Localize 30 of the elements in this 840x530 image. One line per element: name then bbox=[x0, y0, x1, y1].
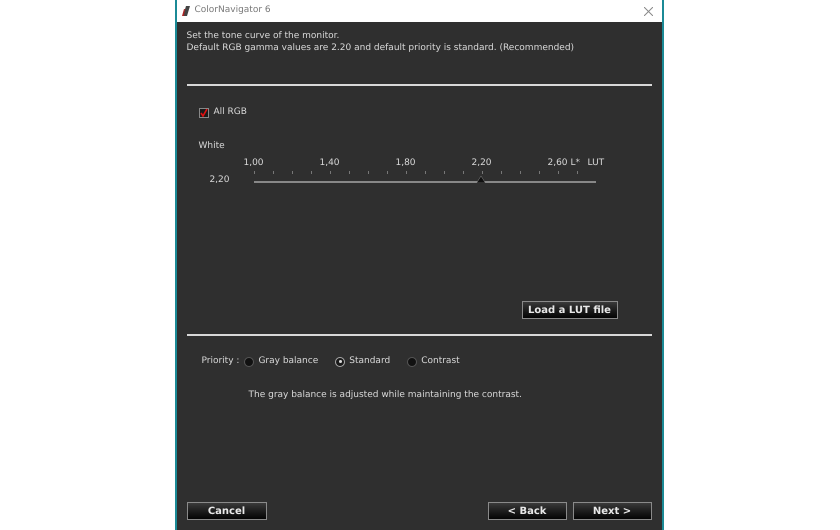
radio-label: Standard bbox=[349, 355, 390, 368]
back-button[interactable]: < Back bbox=[488, 502, 566, 520]
tick-label: 1,80 bbox=[395, 157, 416, 170]
radio-button[interactable] bbox=[407, 356, 418, 367]
load-lut-button[interactable]: Load a LUT file bbox=[522, 301, 618, 319]
radio-button[interactable] bbox=[244, 356, 254, 367]
lut-label: LUT bbox=[588, 157, 604, 170]
tick-label: 1,00 bbox=[243, 157, 264, 170]
lstar-label: L* bbox=[570, 157, 580, 170]
next-button[interactable]: Next > bbox=[572, 502, 652, 520]
tick-label: 2,20 bbox=[471, 157, 492, 170]
slider-track[interactable] bbox=[254, 176, 596, 184]
window-title: ColorNavigator 6 bbox=[194, 4, 271, 18]
close-icon[interactable] bbox=[644, 6, 652, 16]
gamma-value: 2,20 bbox=[208, 174, 230, 186]
slider-thumb[interactable] bbox=[476, 176, 486, 183]
radio-button[interactable] bbox=[335, 356, 346, 367]
slider-label: White bbox=[198, 140, 226, 152]
instruction-text: Set the tone curve of the monitor. bbox=[186, 30, 340, 42]
cancel-button[interactable]: Cancel bbox=[186, 502, 266, 520]
tick-label: 2,60 bbox=[547, 157, 568, 170]
priority-description: The gray balance is adjusted while maintaining the contrast. bbox=[248, 388, 523, 402]
radio-label: Gray balance bbox=[258, 355, 318, 368]
tick-label: 1,40 bbox=[319, 157, 340, 170]
checkbox-label: All RGB bbox=[214, 106, 247, 119]
app-logo-icon bbox=[180, 5, 190, 17]
all-rgb-checkbox[interactable] bbox=[198, 108, 208, 118]
instruction-text: Default RGB gamma values are 2.20 and default priority is standard. (Recommended) bbox=[186, 42, 576, 54]
radio-label: Contrast bbox=[421, 355, 460, 368]
priority-label: Priority : bbox=[202, 355, 240, 368]
